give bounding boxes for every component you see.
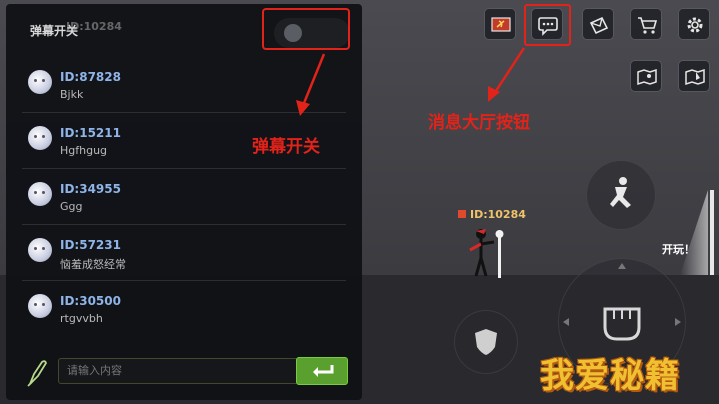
- gear-icon: [687, 17, 703, 33]
- annotation-toggle-label: 弹幕开关: [252, 137, 320, 157]
- settings-button[interactable]: [678, 8, 710, 40]
- shop-button[interactable]: [630, 8, 662, 40]
- jump-button[interactable]: [586, 160, 656, 230]
- send-button[interactable]: [296, 357, 348, 385]
- light-pole: [710, 190, 714, 275]
- message-text: Ggg: [60, 200, 83, 213]
- message-user-id: ID:30500: [60, 294, 121, 308]
- map-pin-icon: [685, 68, 705, 86]
- message-text: Bjkk: [60, 88, 84, 101]
- player-tag-marker: [458, 210, 466, 218]
- avatar: [28, 70, 52, 94]
- annotation-chat-label: 消息大厅按钮: [428, 113, 530, 133]
- annotation-arrow-chat: [488, 47, 526, 102]
- message-user-id: ID:34955: [60, 182, 121, 196]
- list-item: ID:57231 恼羞成怒经常: [22, 226, 346, 281]
- stickman-character: [469, 229, 504, 278]
- annotation-arrow-toggle: [296, 53, 326, 116]
- list-item: ID:30500 rtgvvbh: [22, 282, 346, 336]
- avatar: [28, 182, 52, 206]
- toggle-highlight-box: [262, 8, 350, 50]
- map-button[interactable]: [630, 60, 662, 92]
- shield-icon: [475, 329, 497, 355]
- chat-hall-highlight-box: [524, 4, 571, 46]
- chat-input-row: [6, 354, 362, 394]
- message-text: Hgfhgug: [60, 144, 108, 157]
- mail-icon: [589, 16, 609, 35]
- flag-button[interactable]: [484, 8, 516, 40]
- message-user-id: ID:15211: [60, 126, 121, 140]
- avatar: [28, 294, 52, 318]
- map-icon: [637, 68, 657, 86]
- avatar: [28, 238, 52, 262]
- watermark: 我爱秘籍: [540, 356, 680, 396]
- player-id: ID:10284: [470, 208, 526, 221]
- jump-icon: [610, 177, 631, 208]
- start-label: 开玩！: [662, 243, 695, 256]
- arrow-up-icon: [618, 263, 626, 269]
- message-text: rtgvvbh: [60, 312, 103, 325]
- arrow-left-icon: [563, 318, 569, 326]
- fist-icon: [603, 307, 641, 341]
- danmaku-toggle-label: 弹幕开关: [30, 24, 79, 38]
- cart-icon: [638, 17, 658, 34]
- list-item: ID:34955 Ggg: [22, 170, 346, 225]
- arrow-right-icon: [675, 318, 681, 326]
- pen-icon[interactable]: [24, 358, 50, 388]
- message-text: 恼羞成怒经常: [60, 258, 126, 271]
- mail-button[interactable]: [582, 8, 614, 40]
- player-tag: ID:10284: [458, 208, 526, 221]
- message-user-id: ID:57231: [60, 238, 121, 252]
- flag-icon: [491, 17, 511, 32]
- avatar: [28, 126, 52, 150]
- enter-icon: [313, 365, 334, 377]
- message-user-id: ID:87828: [60, 70, 121, 84]
- defend-button[interactable]: [454, 310, 518, 374]
- map-location-button[interactable]: [678, 60, 710, 92]
- chat-input[interactable]: [58, 358, 298, 384]
